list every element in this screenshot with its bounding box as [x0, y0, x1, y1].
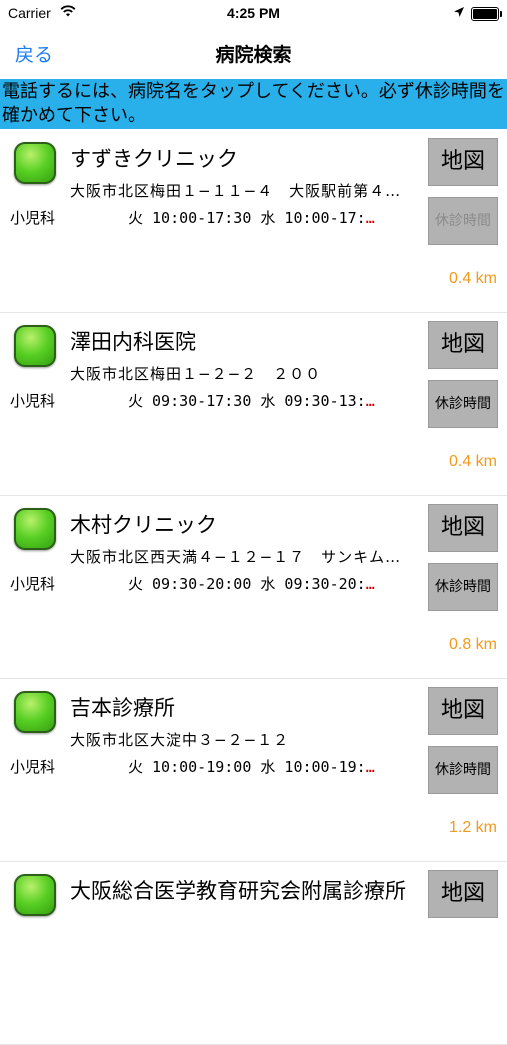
- hospital-address: 大阪市北区西天満４−１２−１７ サンキム…: [70, 548, 402, 566]
- open-status-icon: [14, 325, 56, 367]
- hospital-address: 大阪市北区梅田１−２−２ ２００: [70, 365, 322, 383]
- hours-text: 火 10:00-19:00 水 10:00-19:: [128, 758, 366, 776]
- page-title: 病院検索: [215, 44, 292, 66]
- distance-label: 0.4 km: [448, 270, 497, 287]
- hospital-name[interactable]: 澤田内科医院: [70, 326, 196, 356]
- hospital-row: 大阪総合医学教育研究会附属診療所 地図: [0, 862, 507, 1045]
- hospital-name[interactable]: すずきクリニック: [70, 143, 238, 173]
- distance-label: 1.2 km: [448, 819, 497, 836]
- closed-hours-button[interactable]: 休診時間: [428, 380, 498, 428]
- hospital-row: すずきクリニック 大阪市北区梅田１−１１−４ 大阪駅前第４… 小児科 火 10:…: [0, 130, 507, 313]
- hours-text: 火 09:30-17:30 水 09:30-13:: [128, 392, 366, 410]
- hospital-hours: 火 10:00-17:30 水 10:00-17:…: [128, 207, 420, 228]
- hospital-department: 小児科: [10, 209, 56, 227]
- hospital-name[interactable]: 木村クリニック: [70, 509, 217, 539]
- location-arrow-icon: [453, 6, 465, 22]
- hours-text: 火 09:30-20:00 水 09:30-20:: [128, 575, 366, 593]
- map-button[interactable]: 地図: [428, 321, 498, 369]
- navigation-bar: 戻る 病院検索: [0, 28, 507, 78]
- hospital-department: 小児科: [10, 758, 56, 776]
- hospital-address: 大阪市北区梅田１−１１−４ 大阪駅前第４…: [70, 182, 402, 200]
- closed-hours-button[interactable]: 休診時間: [428, 197, 498, 245]
- open-status-icon: [14, 508, 56, 550]
- status-bar: Carrier 4:25 PM: [0, 0, 507, 28]
- hospital-name[interactable]: 吉本診療所: [70, 692, 175, 722]
- hospital-hours: 火 09:30-20:00 水 09:30-20:…: [128, 573, 420, 594]
- hospital-address: 大阪市北区大淀中３−２−１２: [70, 731, 290, 749]
- hours-ellipsis: …: [365, 209, 375, 227]
- hospital-hours: 火 09:30-17:30 水 09:30-13:…: [128, 390, 420, 411]
- map-button[interactable]: 地図: [428, 138, 498, 186]
- closed-hours-button[interactable]: 休診時間: [428, 563, 498, 611]
- distance-label: 0.4 km: [448, 453, 497, 470]
- open-status-icon: [14, 874, 56, 916]
- hours-ellipsis: …: [365, 575, 375, 593]
- hospital-name[interactable]: 大阪総合医学教育研究会附属診療所: [70, 875, 406, 905]
- hours-ellipsis: …: [365, 758, 375, 776]
- hours-ellipsis: …: [365, 392, 375, 410]
- clock-time: 4:25 PM: [227, 5, 280, 21]
- hospital-department: 小児科: [10, 392, 56, 410]
- notice-banner: 電話するには、病院名をタップしてください。必ず休診時間を確かめて下さい。: [0, 79, 507, 129]
- distance-label: 0.8 km: [448, 636, 497, 653]
- map-button[interactable]: 地図: [428, 504, 498, 552]
- hours-text: 火 10:00-17:30 水 10:00-17:: [128, 209, 366, 227]
- hospital-list[interactable]: すずきクリニック 大阪市北区梅田１−１１−４ 大阪駅前第４… 小児科 火 10:…: [0, 130, 507, 1045]
- open-status-icon: [14, 142, 56, 184]
- battery-icon: [471, 7, 502, 21]
- hospital-row: 澤田内科医院 大阪市北区梅田１−２−２ ２００ 小児科 火 09:30-17:3…: [0, 313, 507, 496]
- hospital-hours: 火 10:00-19:00 水 10:00-19:…: [128, 756, 420, 777]
- map-button[interactable]: 地図: [428, 870, 498, 918]
- map-button[interactable]: 地図: [428, 687, 498, 735]
- open-status-icon: [14, 691, 56, 733]
- closed-hours-button[interactable]: 休診時間: [428, 746, 498, 794]
- hospital-row: 木村クリニック 大阪市北区西天満４−１２−１７ サンキム… 小児科 火 09:3…: [0, 496, 507, 679]
- hospital-department: 小児科: [10, 575, 56, 593]
- hospital-row: 吉本診療所 大阪市北区大淀中３−２−１２ 小児科 火 10:00-19:00 水…: [0, 679, 507, 862]
